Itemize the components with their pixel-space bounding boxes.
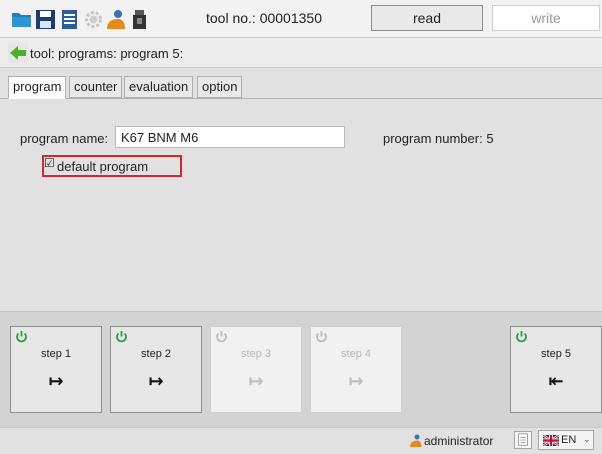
print-icon[interactable] (59, 9, 80, 30)
settings-gear-icon[interactable] (83, 9, 104, 30)
status-bar (0, 427, 602, 454)
current-user: administrator (424, 434, 494, 448)
chevron-down-icon: ⌄ (583, 434, 591, 444)
folder-open-icon[interactable] (11, 9, 32, 30)
program-number-label: program number: 5 (383, 131, 494, 146)
tool-number: tool no.: 00001350 (206, 10, 322, 26)
program-name-label: program name: (20, 131, 109, 146)
step-label: step 2 (141, 348, 171, 360)
step-5-button[interactable]: step 5 ⇤ (510, 326, 602, 413)
default-program-checkbox[interactable]: ☑ (44, 156, 55, 170)
uk-flag-icon (543, 435, 559, 446)
breadcrumb: tool: programs: program 5: (0, 38, 602, 68)
arrow-right-to-bar-icon: ↦ (148, 371, 164, 391)
top-toolbar: tool no.: 00001350 read write (0, 0, 602, 38)
tab-program[interactable]: program (8, 76, 67, 99)
tab-option[interactable]: option (197, 76, 243, 98)
power-on-icon (16, 331, 27, 343)
save-icon[interactable] (35, 9, 56, 30)
write-button[interactable]: write (492, 5, 600, 31)
tab-counter[interactable]: counter (69, 76, 123, 98)
step-label: step 5 (541, 348, 571, 360)
arrow-right-to-bar-icon: ↦ (348, 371, 364, 391)
power-on-icon (516, 331, 527, 343)
arrow-right-to-bar-icon: ↦ (248, 371, 264, 391)
language-select[interactable]: EN ⌄ (538, 430, 594, 450)
power-off-icon (216, 331, 227, 343)
back-arrow-icon[interactable] (8, 43, 28, 63)
user-icon (410, 434, 422, 447)
language-label: EN (561, 434, 577, 446)
document-button[interactable] (514, 431, 532, 449)
step-label: step 1 (41, 348, 71, 360)
power-on-icon (116, 331, 127, 343)
user-icon[interactable] (105, 9, 126, 30)
tab-evaluation[interactable]: evaluation (124, 76, 194, 98)
default-program-label[interactable]: default program (57, 159, 148, 174)
breadcrumb-text: tool: programs: program 5: (30, 46, 184, 61)
read-button[interactable]: read (371, 5, 483, 31)
arrow-right-to-bar-icon: ↦ (48, 371, 64, 391)
step-label: step 4 (341, 348, 371, 360)
arrow-left-to-bar-icon: ⇤ (548, 371, 564, 391)
document-icon (518, 433, 528, 446)
step-2-button[interactable]: step 2 ↦ (110, 326, 202, 413)
power-off-icon (316, 331, 327, 343)
step-3-button[interactable]: step 3 ↦ (210, 326, 302, 413)
step-label: step 3 (241, 348, 271, 360)
step-4-button[interactable]: step 4 ↦ (310, 326, 402, 413)
program-name-input[interactable] (115, 126, 345, 148)
usb-stick-icon[interactable] (129, 9, 150, 30)
step-1-button[interactable]: step 1 ↦ (10, 326, 102, 413)
